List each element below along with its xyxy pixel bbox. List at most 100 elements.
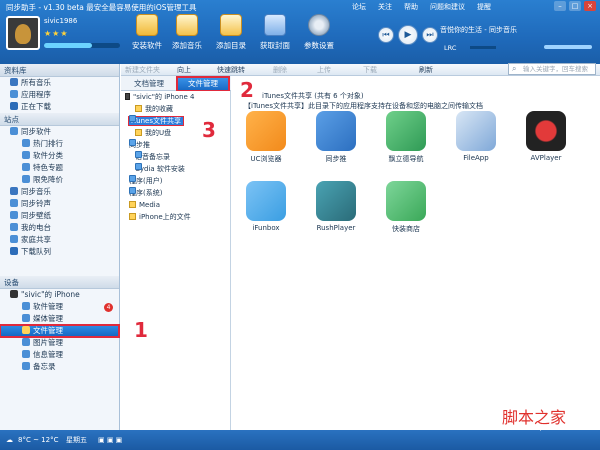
menu-feedback[interactable]: 问题和建议 xyxy=(430,2,465,12)
app-item[interactable]: 快装商店 xyxy=(376,181,436,234)
tree-item-media[interactable]: Media xyxy=(121,199,230,211)
minimize-button[interactable]: – xyxy=(554,1,566,11)
download-button[interactable]: 下载 xyxy=(363,64,377,76)
menu-help[interactable]: 帮助 xyxy=(404,2,418,12)
tab-file-mgmt[interactable]: 文件管理 xyxy=(176,76,230,92)
rushplayer-icon xyxy=(316,181,356,221)
annotation-2: 2 xyxy=(240,78,254,102)
app-item[interactable]: AVPlayer xyxy=(516,111,576,162)
new-folder-button[interactable]: 新建文件夹 xyxy=(125,64,160,76)
sidebar-item-hot[interactable]: 热门排行 xyxy=(0,138,119,150)
content-note: 【iTunes文件共享】此目录下的应用程序支持在设备和您的电脑之间传输文档 xyxy=(244,102,483,110)
app-item[interactable]: FileApp xyxy=(446,111,506,162)
sidebar-item-free[interactable]: 限免降价 xyxy=(0,174,119,186)
folder-icon xyxy=(129,213,136,220)
fileapp-icon xyxy=(456,111,496,151)
annotation-1: 1 xyxy=(134,318,148,342)
section-library: 资料库 xyxy=(0,64,119,77)
menu-forum[interactable]: 论坛 xyxy=(352,2,366,12)
folder-icon xyxy=(22,326,30,334)
sidebar-item-memo[interactable]: 备忘录 xyxy=(0,361,119,373)
tree-item-favorites[interactable]: 我的收藏 xyxy=(121,103,230,115)
username[interactable]: sivic1986 xyxy=(44,17,77,25)
delete-button[interactable]: 删除 xyxy=(273,64,287,76)
app-item[interactable]: RushPlayer xyxy=(306,181,366,232)
status-icons: ▣ ▣ ▣ xyxy=(98,436,123,444)
quick-jump-button[interactable]: 快速跳转 xyxy=(217,64,245,76)
apps-icon xyxy=(10,90,18,98)
sidebar-item-photo-mgmt[interactable]: 图片管理 xyxy=(0,337,119,349)
status-bar: ☁ 8°C ~ 12°C 星期五 ▣ ▣ ▣ xyxy=(0,430,600,450)
app-icon xyxy=(129,139,136,146)
get-cover-button[interactable]: 获取封面 xyxy=(250,14,300,51)
folder-icon xyxy=(129,201,136,208)
music-icon xyxy=(10,78,18,86)
tree-item-voice-memo[interactable]: 语音备忘录 xyxy=(121,151,230,163)
sidebar-item-media-mgmt[interactable]: 媒体管理 xyxy=(0,313,119,325)
sidebar-item-radio[interactable]: 我的电台 xyxy=(0,222,119,234)
download-icon xyxy=(10,102,18,110)
tree-item-user-apps[interactable]: 程序(用户) xyxy=(121,175,230,187)
lrc-toggle[interactable]: LRC xyxy=(444,44,456,52)
menu-follow[interactable]: 关注 xyxy=(378,2,392,12)
tree-item-system-apps[interactable]: 程序(系统) xyxy=(121,187,230,199)
content-header: iTunes文件共享 (共有 6 个对象) xyxy=(262,92,364,100)
music-icon xyxy=(10,187,18,195)
volume-slider[interactable] xyxy=(544,45,592,49)
sidebar-item-message-mgmt[interactable]: 信息管理 xyxy=(0,349,119,361)
next-icon[interactable]: ⏭ xyxy=(422,27,438,43)
sidebar-item-file-mgmt[interactable]: 文件管理 xyxy=(0,324,120,338)
sidebar-item-special[interactable]: 特色专题 xyxy=(0,162,119,174)
add-directory-button[interactable]: 添加目录 xyxy=(206,14,256,51)
tongbutui-icon xyxy=(316,111,356,151)
sidebar-item-apps[interactable]: 应用程序 xyxy=(0,89,119,101)
play-icon[interactable]: ▶ xyxy=(398,25,418,45)
download-icon xyxy=(10,247,18,255)
sidebar-item-software-mgmt[interactable]: 软件管理 4 xyxy=(0,301,119,313)
tree-item-device[interactable]: "sivic"的 iPhone 4 xyxy=(121,91,230,103)
sidebar-item-download-queue[interactable]: 下载队列 xyxy=(0,246,119,258)
update-badge: 4 xyxy=(104,303,113,312)
weather-temp: 8°C ~ 12°C xyxy=(18,436,59,444)
tree-item-iphone-files[interactable]: iPhone上的文件 xyxy=(121,211,230,223)
section-station: 站点 xyxy=(0,113,119,126)
folder-icon xyxy=(135,129,142,136)
media-icon xyxy=(22,314,30,322)
settings-button[interactable]: 参数设置 xyxy=(294,14,344,51)
sidebar-item-sync-music[interactable]: 同步音乐 xyxy=(0,186,119,198)
sidebar-item-all-music[interactable]: 所有音乐 xyxy=(0,77,119,89)
avplayer-icon xyxy=(526,111,566,151)
sidebar-item-ringtone[interactable]: 同步铃声 xyxy=(0,198,119,210)
previous-icon[interactable]: ⏮ xyxy=(378,27,394,43)
add-music-button[interactable]: 添加音乐 xyxy=(162,14,212,51)
close-button[interactable]: × xyxy=(584,1,596,11)
software-icon xyxy=(10,127,18,135)
ranking-icon xyxy=(22,139,30,147)
itunes-icon xyxy=(129,115,136,122)
search-input[interactable]: 输入关键字，回车搜索 xyxy=(508,63,596,75)
tab-doc-mgmt[interactable]: 文档管理 xyxy=(123,77,175,91)
maximize-button[interactable]: □ xyxy=(569,1,581,11)
avatar[interactable] xyxy=(6,16,40,50)
sidebar-item-category[interactable]: 软件分类 xyxy=(0,150,119,162)
app-item[interactable]: 同步推 xyxy=(306,111,366,164)
up-button[interactable]: 向上 xyxy=(177,64,191,76)
app-item[interactable]: 飘立德导航 xyxy=(376,111,436,164)
app-item[interactable]: UC浏览器 xyxy=(236,111,296,164)
sidebar-item-sync-software[interactable]: 同步软件 xyxy=(0,126,119,138)
menu-remind[interactable]: 提醒 xyxy=(477,2,491,12)
sidebar-item-home-sharing[interactable]: 家庭共享 xyxy=(0,234,119,246)
app-item[interactable]: iFunbox xyxy=(236,181,296,232)
player-controls: ⏮ ▶ ⏭ xyxy=(378,25,438,45)
tree-item-cydia[interactable]: Cydia 软件安装 xyxy=(121,163,230,175)
refresh-button[interactable]: 刷新 xyxy=(419,64,433,76)
voice-icon xyxy=(135,151,142,158)
progress-slider[interactable] xyxy=(470,46,496,49)
upload-button[interactable]: 上传 xyxy=(317,64,331,76)
store-icon xyxy=(386,181,426,221)
home-icon xyxy=(10,235,18,243)
sidebar-item-wallpaper[interactable]: 同步壁纸 xyxy=(0,210,119,222)
sidebar-item-device[interactable]: "sivic"的 iPhone xyxy=(0,289,119,301)
photo-icon xyxy=(22,338,30,346)
sidebar-item-downloading[interactable]: 正在下载 xyxy=(0,101,119,113)
